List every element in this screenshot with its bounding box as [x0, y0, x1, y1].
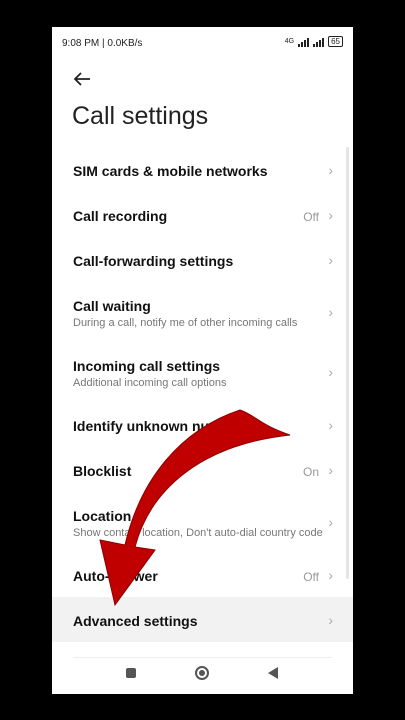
list-item-advanced-settings[interactable]: Advanced settings › — [52, 597, 353, 642]
item-subtitle: During a call, notify me of other incomi… — [73, 317, 298, 329]
signal-icon-2 — [313, 37, 325, 47]
item-label: Location — [73, 508, 132, 524]
settings-list: SIM cards & mobile networks › Call recor… — [52, 147, 353, 642]
item-subtitle: Show contact location, Don't auto-dial c… — [73, 527, 323, 539]
speed-text: 0.0KB/s — [107, 38, 143, 49]
item-label: Incoming call settings — [73, 358, 221, 374]
item-label: Advanced settings — [73, 613, 198, 629]
item-value: Off — [303, 210, 319, 224]
item-label: Call-forwarding settings — [73, 253, 234, 269]
list-item-location[interactable]: Location Show contact location, Don't au… — [52, 492, 353, 552]
triangle-back-icon[interactable] — [268, 667, 278, 679]
time-text: 9:08 PM — [62, 38, 100, 49]
status-icons: 4G 65 — [285, 36, 343, 47]
list-item-sim-cards[interactable]: SIM cards & mobile networks › — [52, 147, 353, 192]
chevron-right-icon: › — [328, 304, 333, 320]
scrollbar[interactable] — [346, 147, 349, 579]
chevron-right-icon: › — [328, 417, 333, 433]
battery-icon: 65 — [328, 36, 343, 47]
chevron-right-icon: › — [328, 612, 333, 628]
chevron-right-icon: › — [328, 252, 333, 268]
item-label: SIM cards & mobile networks — [73, 163, 268, 179]
list-item-blocklist[interactable]: Blocklist On › — [52, 447, 353, 492]
item-label: Identify unknown numbers — [73, 418, 252, 434]
status-bar: 9:08 PM | 0.0KB/s 4G 65 — [52, 27, 353, 61]
chevron-right-icon: › — [328, 207, 333, 223]
list-item-call-waiting[interactable]: Call waiting During a call, notify me of… — [52, 282, 353, 342]
list-item-auto-answer[interactable]: Auto-answer Off › — [52, 552, 353, 597]
phone-screen: 9:08 PM | 0.0KB/s 4G 65 Call settings SI… — [52, 27, 353, 694]
signal-icon — [298, 37, 310, 47]
chevron-right-icon: › — [328, 462, 333, 478]
status-time: 9:08 PM | 0.0KB/s — [62, 38, 143, 49]
chevron-right-icon: › — [328, 514, 333, 530]
page-title: Call settings — [72, 102, 209, 130]
arrow-left-icon[interactable] — [70, 67, 94, 91]
list-item-call-forwarding[interactable]: Call-forwarding settings › — [52, 237, 353, 282]
list-item-identify-unknown[interactable]: Identify unknown numbers › — [52, 402, 353, 447]
navigation-bar — [52, 654, 353, 694]
chevron-right-icon: › — [328, 162, 333, 178]
item-subtitle: Additional incoming call options — [73, 377, 227, 389]
item-value: On — [302, 465, 319, 479]
square-icon[interactable] — [126, 668, 136, 678]
item-label: Call waiting — [73, 298, 151, 314]
chevron-right-icon: › — [328, 364, 333, 380]
network-type-text: 4G — [284, 38, 295, 45]
chevron-right-icon: › — [328, 567, 333, 583]
circle-icon[interactable] — [195, 666, 209, 680]
item-value: Off — [303, 570, 319, 584]
list-item-call-recording[interactable]: Call recording Off › — [52, 192, 353, 237]
list-item-incoming-call[interactable]: Incoming call settings Additional incomi… — [52, 342, 353, 402]
